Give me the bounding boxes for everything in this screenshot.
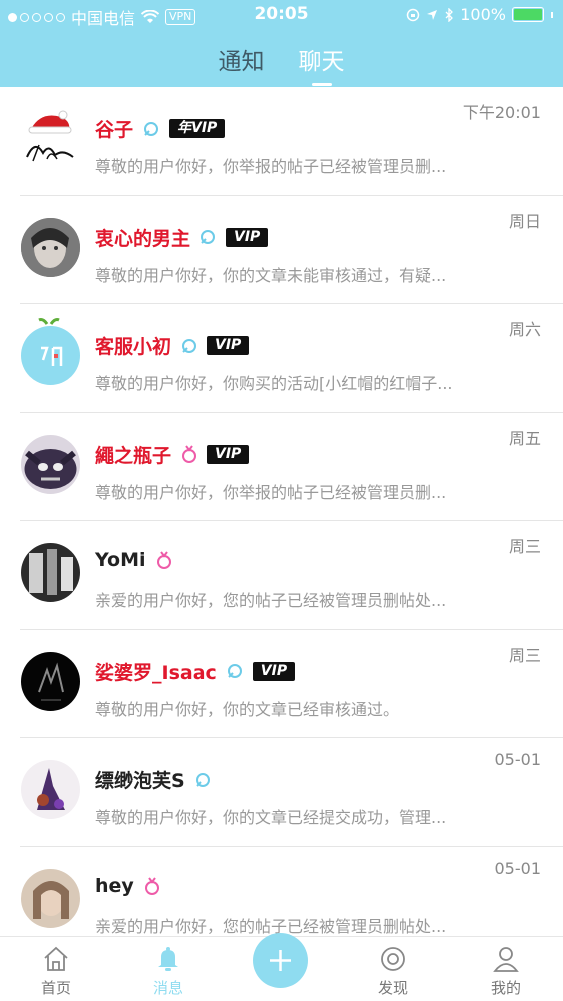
contact-name: 繩之瓶子 — [95, 444, 172, 467]
avatar — [21, 434, 80, 494]
tab-bar: 通知 聊天 — [0, 42, 563, 86]
contact-name: 客服小初 — [95, 336, 172, 358]
message-preview: 尊敬的用户你好，你购买的活动[小红帽的红帽子... — [95, 374, 453, 393]
avatar — [21, 868, 80, 928]
nav-label: 发现 — [377, 979, 408, 997]
vip-badge: VIP — [207, 444, 250, 464]
avatar — [21, 318, 80, 385]
contact-name: 衷心的男主 — [95, 227, 191, 250]
vip-badge: VIP — [252, 661, 296, 681]
avatar — [21, 760, 80, 819]
nav-label: 首页 — [40, 979, 71, 997]
message-preview: 尊敬的用户你好，你的文章已经审核通过。 — [95, 699, 400, 719]
message-preview: 尊敬的用户你好，你举报的帖子已经被管理员删... — [95, 157, 447, 176]
vip-badge: VIP — [207, 336, 250, 355]
gender-male-icon — [227, 664, 242, 678]
contact-name: 谷子 — [95, 119, 134, 141]
vip-badge: 年VIP — [169, 119, 226, 138]
contact-name: YoMi — [95, 549, 146, 571]
bell-icon — [158, 947, 178, 971]
chat-row[interactable]: 衷心的男主 VIP 周日 尊敬的用户你好，你的文章未能审核通过，有疑... — [0, 196, 563, 304]
message-preview: 尊敬的用户你好，你的文章未能审核通过，有疑... — [95, 265, 447, 285]
lock-rotation-icon — [407, 8, 420, 21]
message-time: 周日 — [508, 211, 541, 231]
battery-percent: 100% — [460, 5, 506, 24]
add-post-button[interactable] — [253, 933, 308, 988]
user-icon — [493, 947, 519, 972]
chat-row[interactable]: 娑婆罗_Isaac VIP 周三 尊敬的用户你好，你的文章已经审核通过。 — [0, 630, 563, 738]
bluetooth-icon — [445, 7, 454, 22]
gender-male-icon — [144, 121, 159, 136]
message-time: 05-01 — [494, 858, 542, 878]
message-time: 周六 — [508, 320, 541, 339]
chat-row[interactable]: YoMi 周三 亲爱的用户你好，您的帖子已经被管理员删帖处... — [0, 521, 563, 630]
message-time: 下午20:01 — [462, 103, 541, 122]
gender-female-icon — [182, 445, 197, 463]
nav-label: 消息 — [152, 979, 183, 997]
location-icon — [427, 9, 438, 20]
avatar — [21, 109, 80, 168]
contact-name: hey — [95, 874, 134, 897]
gender-female-icon — [156, 551, 171, 569]
header: 中国电信 VPN 20:05 100% 通知 聊天 — [0, 0, 563, 87]
compass-icon — [381, 947, 405, 971]
battery-icon — [512, 7, 544, 22]
tab-indicator — [311, 83, 332, 86]
avatar — [21, 543, 80, 602]
contact-name: 娑婆罗_Isaac — [95, 661, 217, 684]
tab-notifications[interactable]: 通知 — [219, 42, 265, 76]
message-time: 周三 — [508, 537, 541, 556]
message-time: 周三 — [508, 645, 541, 665]
chat-row[interactable]: 客服小初 VIP 周六 尊敬的用户你好，你购买的活动[小红帽的红帽子... — [0, 304, 563, 413]
avatar — [21, 217, 80, 277]
gender-male-icon — [195, 772, 210, 787]
gender-male-icon — [182, 338, 197, 353]
contact-name: 缥缈泡芙S — [95, 770, 185, 792]
bottom-nav: 首页 消息 发现 我的 — [0, 933, 563, 1001]
chat-row[interactable]: 谷子 年VIP 下午20:01 尊敬的用户你好，你举报的帖子已经被管理员删... — [0, 87, 563, 196]
message-preview: 亲爱的用户你好，您的帖子已经被管理员删帖处... — [95, 591, 447, 610]
avatar — [21, 651, 80, 711]
gender-female-icon — [144, 876, 159, 895]
chat-list: 谷子 年VIP 下午20:01 尊敬的用户你好，你举报的帖子已经被管理员删...… — [0, 87, 563, 955]
chat-row[interactable]: 繩之瓶子 VIP 周五 尊敬的用户你好，你举报的帖子已经被管理员删... — [0, 413, 563, 521]
nav-label: 我的 — [490, 979, 521, 997]
message-time: 周五 — [508, 428, 541, 448]
message-time: 05-01 — [494, 750, 542, 769]
plus-icon — [270, 950, 291, 971]
message-preview: 尊敬的用户你好，你举报的帖子已经被管理员删... — [95, 482, 447, 502]
message-preview: 尊敬的用户你好，你的文章已经提交成功，管理... — [95, 808, 447, 827]
tab-chat[interactable]: 聊天 — [299, 42, 345, 86]
home-icon — [44, 946, 68, 971]
status-bar: 中国电信 VPN 20:05 100% — [0, 0, 563, 30]
gender-male-icon — [201, 230, 216, 244]
chat-row[interactable]: 缥缈泡芙S 05-01 尊敬的用户你好，你的文章已经提交成功，管理... — [0, 738, 563, 847]
vip-badge: VIP — [226, 227, 269, 247]
